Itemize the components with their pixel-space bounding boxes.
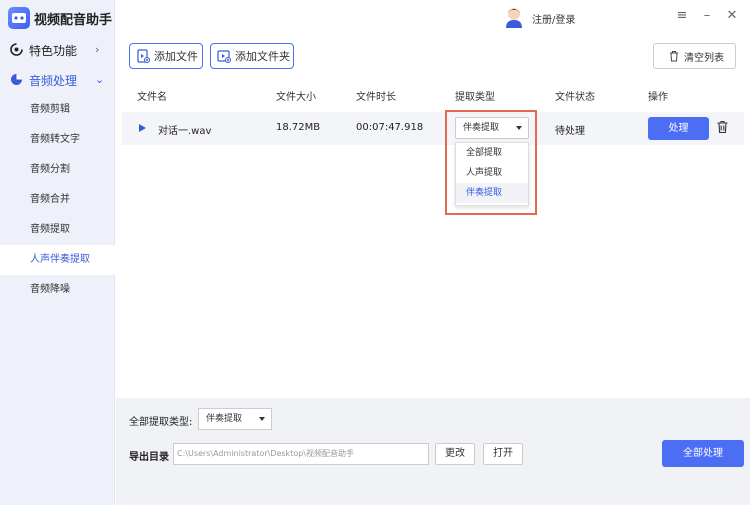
sidebar-item-vocal-accompaniment[interactable]: 人声伴奏提取 (0, 245, 115, 275)
add-folder-icon (217, 49, 231, 63)
chevron-down-icon: ⌄ (95, 73, 105, 86)
export-dir-label: 导出目录 (129, 452, 169, 463)
avatar[interactable] (504, 6, 524, 28)
trash-icon (670, 51, 678, 62)
cell-filename: 对话一.wav (158, 126, 212, 137)
clear-list-button[interactable]: 清空列表 (653, 43, 736, 69)
sidebar-item-audio-split[interactable]: 音频分割 (0, 155, 115, 185)
change-button[interactable]: 更改 (435, 443, 475, 465)
sidebar-group-label: 音频处理 (29, 74, 78, 88)
header-duration: 文件时长 (356, 92, 396, 103)
features-icon (10, 43, 23, 59)
sidebar-item-audio-merge[interactable]: 音频合并 (0, 185, 115, 215)
add-file-label: 添加文件 (154, 50, 198, 63)
header-action: 操作 (648, 92, 668, 103)
sidebar-item-audio-extract[interactable]: 音频提取 (0, 215, 115, 245)
all-type-label: 全部提取类型: (129, 417, 193, 428)
chevron-right-icon: › (95, 43, 100, 56)
app-title: 视频配音助手 (34, 13, 113, 28)
cell-size: 18.72MB (276, 122, 321, 133)
close-icon[interactable]: ✕ (725, 9, 739, 23)
cell-status: 待处理 (555, 126, 585, 137)
add-file-button[interactable]: 添加文件 (129, 43, 203, 69)
process-all-button[interactable]: 全部处理 (662, 440, 744, 467)
login-link[interactable]: 注册/登录 (532, 11, 575, 26)
caret-down-icon (259, 417, 265, 421)
export-path-input[interactable]: C:\Users\Administrator\Desktop\视频配音助手 (173, 443, 429, 465)
clear-list-label: 清空列表 (684, 52, 724, 64)
all-type-select[interactable]: 伴奏提取 (198, 408, 272, 430)
app-logo-icon (8, 7, 30, 29)
add-folder-button[interactable]: 添加文件夹 (210, 43, 294, 69)
audio-disc-icon (10, 73, 23, 89)
sidebar-item-audio-denoise[interactable]: 音频降噪 (0, 275, 115, 305)
process-button[interactable]: 处理 (648, 117, 709, 140)
cell-duration: 00:07:47.918 (356, 122, 424, 133)
add-folder-label: 添加文件夹 (235, 50, 290, 63)
sidebar: 视频配音助手 特色功能 › 音频处理 ⌄ 音频剪辑 音频转文字 音频分割 音频合… (0, 0, 115, 505)
annotation-highlight-frame (445, 110, 537, 215)
add-file-icon (136, 49, 150, 63)
all-type-value: 伴奏提取 (206, 414, 243, 424)
header-filename: 文件名 (137, 92, 167, 103)
sidebar-group-audio[interactable]: 音频处理 ⌄ (0, 67, 115, 93)
minimize-icon[interactable]: – (700, 9, 714, 23)
sidebar-group-label: 特色功能 (29, 44, 78, 58)
sidebar-group-features[interactable]: 特色功能 › (0, 37, 115, 63)
menu-icon[interactable]: ≡ (675, 9, 689, 23)
open-button[interactable]: 打开 (483, 443, 523, 465)
header-size: 文件大小 (276, 92, 316, 103)
header-type: 提取类型 (455, 92, 495, 103)
play-icon[interactable] (139, 124, 146, 132)
delete-icon[interactable] (716, 120, 729, 137)
header-status: 文件状态 (555, 92, 595, 103)
sidebar-item-audio-to-text[interactable]: 音频转文字 (0, 125, 115, 155)
sidebar-item-audio-edit[interactable]: 音频剪辑 (0, 95, 115, 125)
